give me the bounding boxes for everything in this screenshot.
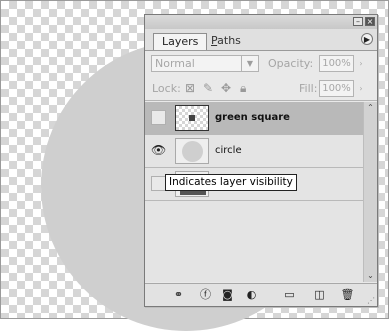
panel-titlebar[interactable]: – × xyxy=(145,15,377,30)
blend-mode-value: Normal xyxy=(155,57,195,70)
opacity-slider-arrow-icon[interactable]: › xyxy=(355,55,367,72)
fill-label: Fill: xyxy=(299,82,318,95)
layer-style-icon[interactable]: ⓕ xyxy=(198,288,213,302)
fill-slider-arrow-icon[interactable]: › xyxy=(355,80,367,97)
scroll-up-icon[interactable]: ⌃ xyxy=(364,102,377,114)
new-group-icon[interactable]: ▭ xyxy=(282,288,297,302)
minimize-icon[interactable]: – xyxy=(353,17,363,26)
layer-thumbnail xyxy=(175,138,209,164)
tooltip: Indicates layer visibility xyxy=(165,174,297,191)
layer-name: circle xyxy=(215,145,242,156)
adjustment-layer-icon[interactable]: ◐ xyxy=(244,288,259,302)
tab-paths[interactable]: Paths xyxy=(203,33,249,50)
blend-opacity-row: Normal ▼ Opacity: 100% › xyxy=(145,53,377,75)
lock-all-icon[interactable]: 🔒︎ xyxy=(240,82,246,95)
visibility-toggle[interactable] xyxy=(151,176,166,191)
panel-tabs: Layers Paths ▶ xyxy=(145,29,377,51)
chevron-down-icon: ▼ xyxy=(241,56,258,71)
lock-fill-row: Lock: ⊠ ✎ ✥ 🔒︎ Fill: 100% › xyxy=(145,78,377,101)
trash-icon[interactable]: 🗑︎ xyxy=(340,288,355,302)
layers-panel: – × Layers Paths ▶ Normal ▼ Opacity: 100… xyxy=(144,14,378,307)
layer-row-green-square[interactable]: green square xyxy=(145,102,363,135)
flyout-menu-icon[interactable]: ▶ xyxy=(361,33,373,45)
eye-icon[interactable]: 👁︎ xyxy=(151,143,166,158)
opacity-label: Opacity: xyxy=(268,57,314,70)
layer-thumbnail xyxy=(175,105,209,131)
lock-position-icon[interactable]: ✥ xyxy=(221,82,231,95)
add-mask-icon[interactable]: ◙ xyxy=(220,288,235,302)
blend-mode-select[interactable]: Normal ▼ xyxy=(151,55,259,72)
tab-paths-label: aths xyxy=(217,34,241,47)
opacity-input[interactable]: 100% xyxy=(319,55,354,72)
new-layer-icon[interactable]: ◫ xyxy=(312,288,327,302)
link-layers-icon[interactable]: ⚭ xyxy=(171,288,186,302)
layer-name: green square xyxy=(215,112,290,123)
close-icon[interactable]: × xyxy=(365,17,375,26)
tab-layers-label: Layers xyxy=(162,35,199,48)
resize-grip-icon[interactable]: ⋰ xyxy=(367,296,375,305)
lock-image-icon[interactable]: ✎ xyxy=(203,82,213,95)
lock-label: Lock: xyxy=(152,82,181,95)
tab-layers[interactable]: Layers xyxy=(153,33,208,50)
visibility-toggle[interactable] xyxy=(151,110,166,125)
panel-bottom-toolbar: ⚭ ⓕ ◙ ◐ ▭ ◫ 🗑︎ ⋰ xyxy=(145,283,377,306)
scroll-down-icon[interactable]: ⌄ xyxy=(364,270,377,282)
layers-scrollbar[interactable]: ⌃ ⌄ xyxy=(363,102,377,282)
lock-transparent-icon[interactable]: ⊠ xyxy=(185,82,195,95)
layers-list: green square 👁︎ circle square xyxy=(145,102,363,282)
fill-input[interactable]: 100% xyxy=(319,80,354,97)
layer-row-circle[interactable]: 👁︎ circle xyxy=(145,135,363,168)
